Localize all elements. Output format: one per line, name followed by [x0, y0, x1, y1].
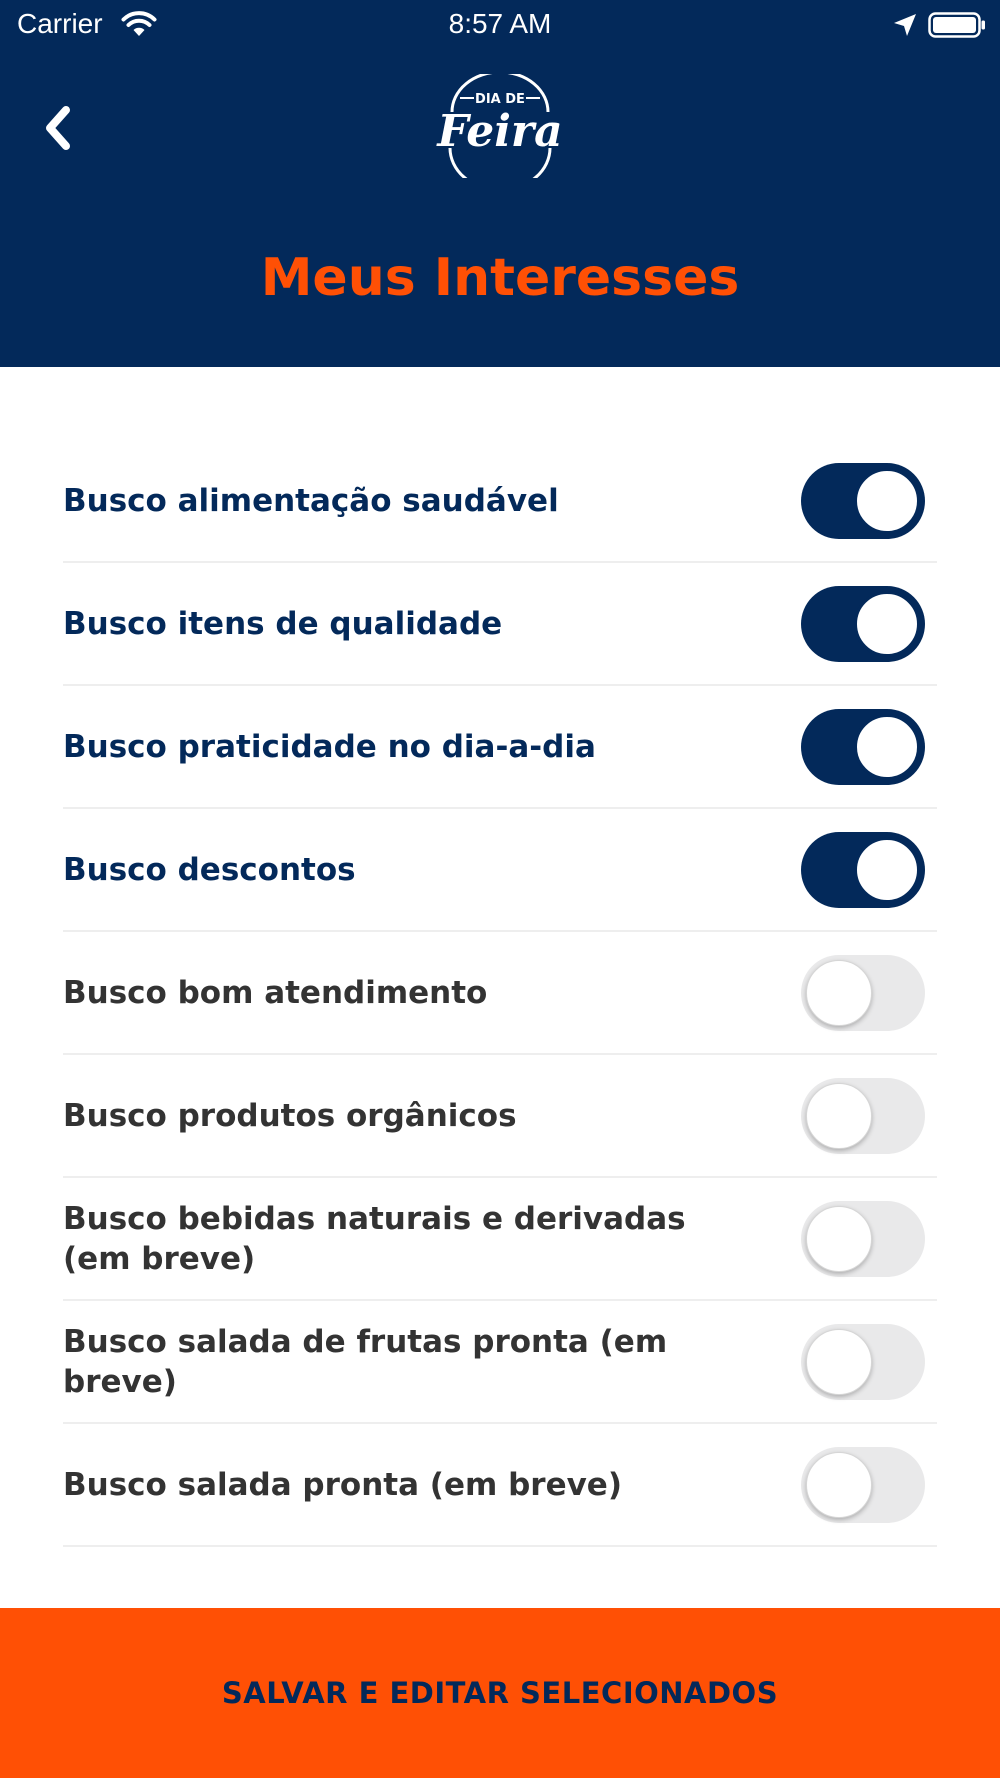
svg-text:Feira: Feira [435, 106, 562, 157]
interest-row: Busco descontos [63, 809, 937, 932]
interest-toggle[interactable] [801, 1323, 925, 1400]
toggle-knob [806, 1205, 872, 1272]
interests-list: Busco alimentação saudável Busco itens de… [63, 440, 937, 1547]
battery-icon [928, 12, 985, 38]
interest-row: Busco praticidade no dia-a-dia [63, 686, 937, 809]
status-bar: Carrier 8:57 AM [0, 0, 1000, 50]
header: Carrier 8:57 AM DIA DE Feira Meus Intere… [0, 0, 1000, 367]
interest-toggle[interactable] [801, 1446, 925, 1523]
interest-label: Busco praticidade no dia-a-dia [63, 728, 596, 765]
interest-label: Busco descontos [63, 851, 356, 888]
toggle-knob [854, 713, 920, 780]
back-button[interactable] [36, 98, 84, 158]
interest-toggle[interactable] [801, 1077, 925, 1154]
status-time: 8:57 AM [448, 8, 552, 39]
interest-label: Busco salada pronta (em breve) [63, 1466, 622, 1503]
dia-de-feira-logo: DIA DE Feira [435, 74, 563, 178]
interest-label: Busco produtos orgânicos [63, 1097, 517, 1134]
toggle-knob [806, 1328, 872, 1395]
interest-row: Busco salada de frutas pronta (em breve) [63, 1301, 937, 1424]
toggle-knob [806, 1082, 872, 1149]
interest-row: Busco bebidas naturais e derivadas (em b… [63, 1178, 937, 1301]
toggle-knob [806, 1451, 872, 1518]
interest-label: Busco itens de qualidade [63, 605, 503, 642]
interest-row: Busco salada pronta (em breve) [63, 1424, 937, 1547]
interest-toggle[interactable] [801, 708, 925, 785]
interest-row: Busco bom atendimento [63, 932, 937, 1055]
interest-toggle[interactable] [801, 462, 925, 539]
toggle-knob [854, 590, 920, 657]
interest-row: Busco produtos orgânicos [63, 1055, 937, 1178]
toggle-knob [806, 959, 872, 1026]
interest-label: Busco bom atendimento [63, 974, 488, 1011]
interest-toggle[interactable] [801, 831, 925, 908]
svg-text:DIA DE: DIA DE [475, 92, 525, 107]
save-button-label: SALVAR E EDITAR SELECIONADOS [221, 1676, 779, 1710]
location-arrow-icon [894, 14, 916, 36]
save-and-edit-button[interactable]: SALVAR E EDITAR SELECIONADOS [0, 1608, 1000, 1778]
toggle-knob [854, 836, 920, 903]
toggle-knob [854, 467, 920, 534]
interest-label: Busco alimentação saudável [63, 482, 559, 519]
interest-toggle[interactable] [801, 1200, 925, 1277]
interest-label: Busco salada de frutas pronta (em breve) [63, 1323, 668, 1400]
interest-row: Busco alimentação saudável [63, 440, 937, 563]
interest-row: Busco itens de qualidade [63, 563, 937, 686]
interest-toggle[interactable] [801, 954, 925, 1031]
interest-toggle[interactable] [801, 585, 925, 662]
interest-label: Busco bebidas naturais e derivadas (em b… [63, 1200, 686, 1277]
page-title: Meus Interesses [260, 248, 740, 308]
